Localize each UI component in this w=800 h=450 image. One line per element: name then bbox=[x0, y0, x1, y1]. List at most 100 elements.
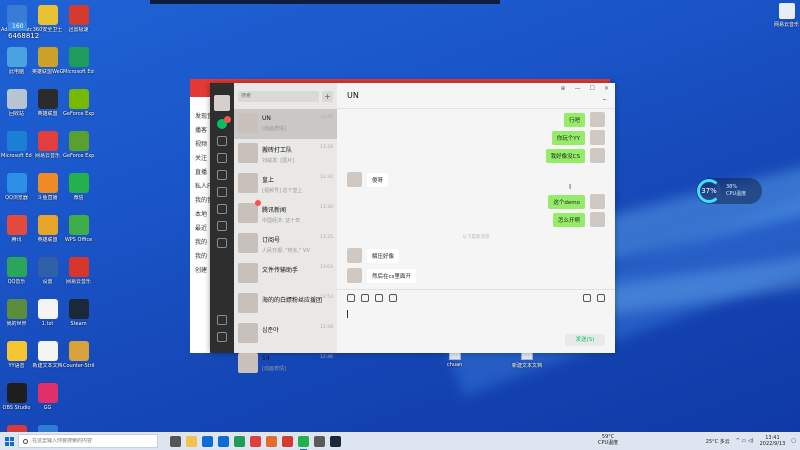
desktop-icon[interactable]: 设置 bbox=[32, 254, 63, 296]
netease-sidebar-item[interactable]: 发现音乐 bbox=[190, 111, 212, 125]
message-avatar[interactable] bbox=[347, 172, 362, 187]
close-icon[interactable]: ✕ bbox=[604, 85, 609, 92]
chat-list-item[interactable]: 腾讯新闻 中国经济: 这十年 13:30 bbox=[234, 199, 337, 229]
message-avatar[interactable] bbox=[347, 248, 362, 263]
message-input[interactable] bbox=[347, 306, 597, 330]
desktop-icon[interactable]: 网易云音乐 bbox=[63, 254, 94, 296]
taskbar-app-netease-icon[interactable] bbox=[250, 435, 261, 447]
message-avatar[interactable] bbox=[590, 130, 605, 145]
desktop-icon[interactable]: YY语音 bbox=[1, 338, 32, 380]
taskbar-app-steam-icon[interactable] bbox=[330, 435, 341, 447]
tray-icons[interactable]: ^ ▭ ◁) bbox=[736, 438, 754, 444]
chat-list-item[interactable]: 심준야 12:48 bbox=[234, 319, 337, 349]
message-avatar[interactable] bbox=[347, 268, 362, 283]
moments-icon[interactable] bbox=[217, 187, 227, 197]
desktop-icon[interactable]: 微信 bbox=[63, 170, 94, 212]
maximize-icon[interactable]: ☐ bbox=[590, 85, 595, 92]
message-bubble[interactable]: 你玩个YY bbox=[551, 130, 585, 145]
chat-list-item[interactable]: 14 [动画表情] 12:46 bbox=[234, 349, 337, 379]
desktop-icon[interactable]: OBS Studio bbox=[1, 380, 32, 422]
message-bubble[interactable]: 解压好像 bbox=[367, 248, 400, 263]
desktop-icon[interactable]: 英雄联盟 bbox=[32, 86, 63, 128]
video-call-icon[interactable] bbox=[597, 294, 605, 302]
voice-call-icon[interactable] bbox=[583, 294, 591, 302]
desktop-icon[interactable]: GG bbox=[32, 380, 63, 422]
message-bubble[interactable]: 傻呀 bbox=[367, 172, 389, 187]
netease-sidebar-item[interactable]: 本地 bbox=[190, 209, 212, 223]
taskbar-app-app2-icon[interactable] bbox=[282, 435, 293, 447]
taskbar-app-task-view-icon[interactable] bbox=[170, 435, 181, 447]
mini-program-icon[interactable] bbox=[217, 238, 227, 248]
chat-list-item[interactable]: 订阅号 人民日报: "校长," VV 13:25 bbox=[234, 229, 337, 259]
desktop-icon[interactable]: GeForce Experience bbox=[63, 86, 94, 128]
more-options-button[interactable]: ··· bbox=[602, 96, 607, 104]
message-bubble[interactable]: 行吧 bbox=[563, 112, 585, 127]
desktop-icon[interactable]: 网易UU加速器 bbox=[1, 422, 32, 432]
weather[interactable]: 25°C 多云 bbox=[706, 438, 730, 445]
minimize-icon[interactable]: — bbox=[575, 85, 581, 92]
start-button[interactable] bbox=[0, 432, 18, 450]
scissors-icon[interactable] bbox=[375, 294, 383, 302]
folder-icon[interactable] bbox=[217, 170, 227, 180]
desktop-icon[interactable]: 新建文本文档 bbox=[32, 338, 63, 380]
desktop-icon[interactable]: QQ音乐 bbox=[1, 254, 32, 296]
desktop-icon[interactable]: GeForce Experience bbox=[63, 128, 94, 170]
netease-sidebar-item[interactable]: 直播 bbox=[190, 167, 212, 181]
desktop-icon[interactable]: QQ浏览器 bbox=[1, 170, 32, 212]
channels-icon[interactable] bbox=[217, 204, 227, 214]
chat-list-item[interactable]: 皇上 [视频号] 这个皇上 13:32 bbox=[234, 169, 337, 199]
chat-icon[interactable] bbox=[217, 116, 231, 129]
emoji-icon[interactable] bbox=[347, 294, 355, 302]
message-avatar[interactable] bbox=[590, 148, 605, 163]
message-bubble[interactable]: 然后在cs里面开 bbox=[367, 268, 416, 283]
netease-sidebar-item[interactable]: 播客 bbox=[190, 125, 212, 139]
taskbar-app-app3-icon[interactable] bbox=[314, 435, 325, 447]
desktop-icon[interactable]: 英雄联盟 bbox=[32, 212, 63, 254]
chat-list-item[interactable]: 文件传输助手 13:03 bbox=[234, 259, 337, 289]
desktop-icon[interactable]: 此电脑 bbox=[1, 44, 32, 86]
netease-sidebar-item[interactable]: 私人FM bbox=[190, 181, 212, 195]
desktop-icon[interactable]: 我的世界 bbox=[1, 296, 32, 338]
taskbar-app-mail-icon[interactable] bbox=[218, 435, 229, 447]
contacts-icon[interactable] bbox=[217, 136, 227, 146]
chat-history-icon[interactable] bbox=[389, 294, 397, 302]
file-icon[interactable] bbox=[361, 294, 369, 302]
desktop-icon[interactable]: 回收站 bbox=[1, 86, 32, 128]
message-avatar[interactable] bbox=[590, 194, 605, 209]
favorites-icon[interactable] bbox=[217, 153, 227, 163]
phone-icon[interactable] bbox=[217, 315, 227, 325]
chat-list-item[interactable]: 搬砖打工队 刘威发: [图片] 13:34 bbox=[234, 139, 337, 169]
pin-icon[interactable]: ⊕ bbox=[561, 85, 566, 92]
notification-icon[interactable]: ▢ bbox=[791, 438, 796, 444]
taskbar-app-app-icon[interactable] bbox=[266, 435, 277, 447]
wechat-window[interactable]: + UN[动画表情]13:40搬砖打工队刘威发: [图片]13:34皇上[视频号… bbox=[210, 83, 615, 373]
clock[interactable]: 13:41 2022/9/13 bbox=[760, 435, 786, 447]
chat-list-item[interactable]: UN [动画表情] 13:40 bbox=[234, 109, 337, 139]
taskbar-search-input[interactable] bbox=[32, 438, 122, 444]
desktop-icon[interactable]: 极速PDF阅读器 bbox=[32, 422, 63, 432]
add-chat-button[interactable]: + bbox=[322, 90, 333, 102]
search-box[interactable] bbox=[238, 90, 319, 102]
taskbar-app-edge-icon[interactable] bbox=[234, 435, 245, 447]
search-input[interactable] bbox=[241, 93, 301, 99]
desktop-icon[interactable]: Steam bbox=[63, 296, 94, 338]
taskbar-search[interactable] bbox=[18, 434, 158, 448]
message-bubble[interactable]: 怎么开啊 bbox=[552, 212, 585, 227]
user-avatar[interactable] bbox=[214, 95, 230, 111]
desktop-icon[interactable]: 网易云音乐 bbox=[32, 128, 63, 170]
desktop-icon[interactable]: Microsoft Edge bbox=[1, 128, 32, 170]
message-avatar[interactable] bbox=[590, 112, 605, 127]
desktop-icon[interactable]: 腾讯 bbox=[1, 212, 32, 254]
chat-list-item[interactable]: 海的的白嫖粉丝应援团 12:53 bbox=[234, 289, 337, 319]
netease-sidebar-item[interactable]: 我的音乐 bbox=[190, 195, 212, 209]
taskbar-app-store-icon[interactable] bbox=[202, 435, 213, 447]
send-button[interactable]: 发送(S) bbox=[565, 334, 605, 346]
message-bubble[interactable]: 这个demo bbox=[548, 194, 585, 209]
search-icon[interactable] bbox=[217, 221, 227, 231]
desktop-icon[interactable]: 斗鱼直播 bbox=[32, 170, 63, 212]
netease-sidebar-item[interactable]: 最近 bbox=[190, 223, 212, 237]
desktop-icon[interactable]: 1.txt bbox=[32, 296, 63, 338]
desktop-icon[interactable]: 迅雷极速 bbox=[63, 2, 94, 44]
netease-sidebar-item[interactable]: 我的 bbox=[190, 251, 212, 265]
desktop-icon[interactable]: 英雄联盟WeGame版 bbox=[32, 44, 63, 86]
